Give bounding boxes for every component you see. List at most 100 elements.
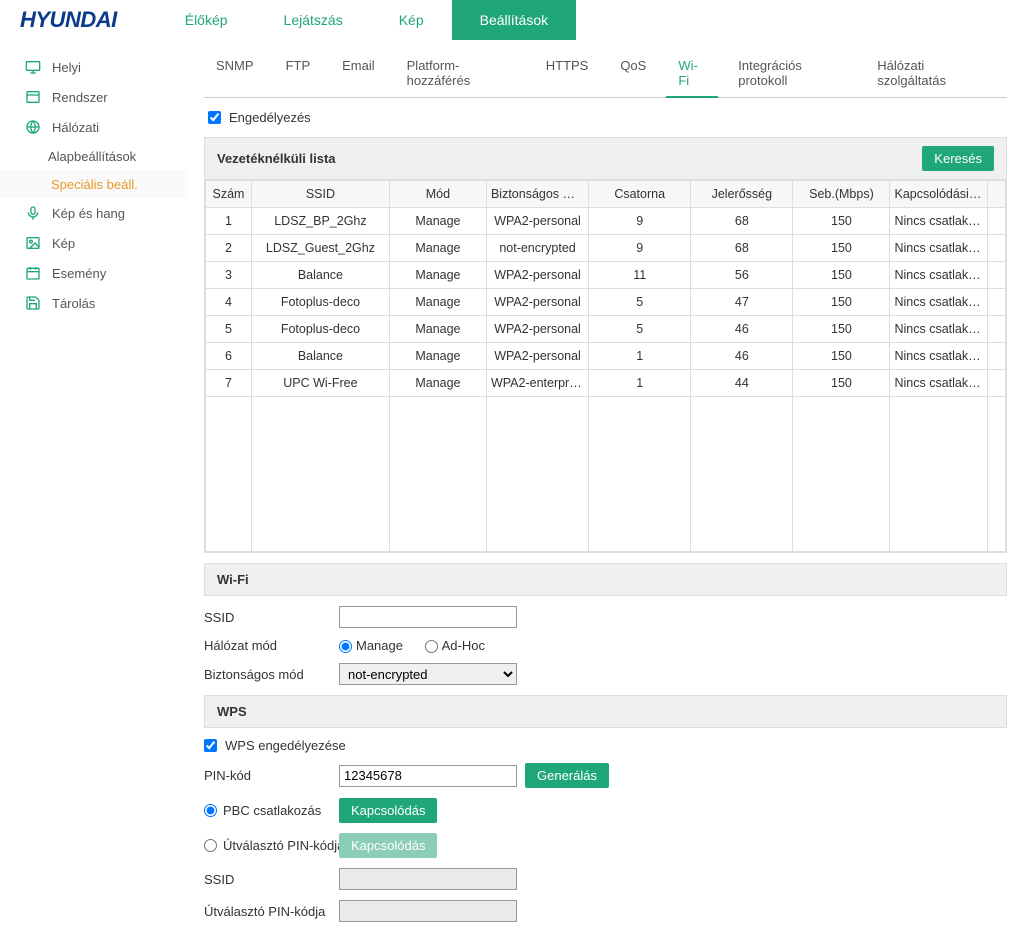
row-wps-ssid: SSID xyxy=(204,868,1007,890)
label-routerpin[interactable]: Útválasztó PIN-kódjá… xyxy=(204,838,339,853)
table-cell-blank xyxy=(987,262,1005,289)
globe-icon xyxy=(24,118,42,136)
th-speed[interactable]: Seb.(Mbps) xyxy=(793,181,890,208)
connect-routerpin-button[interactable]: Kapcsolódás xyxy=(339,833,437,858)
th-num[interactable]: Szám xyxy=(206,181,252,208)
table-cell: 1 xyxy=(589,370,691,397)
table-cell: Manage xyxy=(389,343,486,370)
sidebar-label: Kép xyxy=(52,236,75,251)
radio-adhoc[interactable] xyxy=(425,640,438,653)
sidebar-item-network[interactable]: Hálózati xyxy=(0,112,188,142)
table-cell: 5 xyxy=(589,289,691,316)
topnav-settings[interactable]: Beállítások xyxy=(452,0,576,40)
table-cell: Nincs csatlakozva xyxy=(890,316,987,343)
table-cell: 6 xyxy=(206,343,252,370)
radio-manage[interactable] xyxy=(339,640,352,653)
table-cell: 11 xyxy=(589,262,691,289)
table-row[interactable]: 7UPC Wi-FreeManageWPA2-enterprise144150N… xyxy=(206,370,1006,397)
input-wps-ssid xyxy=(339,868,517,890)
table-cell: 150 xyxy=(793,289,890,316)
th-signal[interactable]: Jelerősség xyxy=(691,181,793,208)
select-secmode[interactable]: not-encrypted xyxy=(339,663,517,685)
table-cell-blank xyxy=(987,343,1005,370)
radio-pbc[interactable] xyxy=(204,804,217,817)
sidebar-item-picture[interactable]: Kép xyxy=(0,228,188,258)
sidebar-item-av[interactable]: Kép és hang xyxy=(0,198,188,228)
subtab-wifi[interactable]: Wi-Fi xyxy=(666,50,718,98)
table-row[interactable]: 2LDSZ_Guest_2GhzManagenot-encrypted96815… xyxy=(206,235,1006,262)
table-cell: Manage xyxy=(389,370,486,397)
th-status[interactable]: Kapcsolódási áll… xyxy=(890,181,987,208)
mic-icon xyxy=(24,204,42,222)
monitor-icon xyxy=(24,58,42,76)
sidebar-item-event[interactable]: Esemény xyxy=(0,258,188,288)
th-sec[interactable]: Biztonságos mód xyxy=(486,181,588,208)
topnav-liveview[interactable]: Élőkép xyxy=(157,0,256,40)
table-cell: Manage xyxy=(389,262,486,289)
subtab-netservice[interactable]: Hálózati szolgáltatás xyxy=(865,50,999,97)
sidebar-sub-basic[interactable]: Alapbeállítások xyxy=(0,142,188,170)
topnav-image[interactable]: Kép xyxy=(371,0,452,40)
sidebar-item-system[interactable]: Rendszer xyxy=(0,82,188,112)
table-cell: WPA2-personal xyxy=(486,289,588,316)
table-cell: 46 xyxy=(691,343,793,370)
wifi-table: Szám SSID Mód Biztonságos mód Csatorna J… xyxy=(205,180,1006,552)
subtab-email[interactable]: Email xyxy=(330,50,387,97)
table-cell: Nincs csatlakozva xyxy=(890,262,987,289)
sidebar-item-storage[interactable]: Tárolás xyxy=(0,288,188,318)
search-button[interactable]: Keresés xyxy=(922,146,994,171)
sidebar-label: Tárolás xyxy=(52,296,95,311)
th-channel[interactable]: Csatorna xyxy=(589,181,691,208)
table-cell: Manage xyxy=(389,289,486,316)
enable-checkbox[interactable] xyxy=(208,111,221,124)
wps-enable-checkbox[interactable] xyxy=(204,739,217,752)
table-cell-blank xyxy=(987,235,1005,262)
image-icon xyxy=(24,234,42,252)
table-row[interactable]: 5Fotoplus-decoManageWPA2-personal546150N… xyxy=(206,316,1006,343)
table-cell: Fotoplus-deco xyxy=(251,289,389,316)
label-pbc[interactable]: PBC csatlakozás xyxy=(204,803,339,818)
table-row[interactable]: 1LDSZ_BP_2GhzManageWPA2-personal968150Ni… xyxy=(206,208,1006,235)
radio-routerpin[interactable] xyxy=(204,839,217,852)
enable-row: Engedélyezés xyxy=(204,98,1007,137)
input-pin[interactable] xyxy=(339,765,517,787)
row-ssid: SSID xyxy=(204,606,1007,628)
table-row[interactable]: 3BalanceManageWPA2-personal1156150Nincs … xyxy=(206,262,1006,289)
topnav-playback[interactable]: Lejátszás xyxy=(256,0,371,40)
subtab-platform[interactable]: Platform-hozzáférés xyxy=(395,50,526,97)
table-cell: 150 xyxy=(793,343,890,370)
generate-button[interactable]: Generálás xyxy=(525,763,609,788)
subtabs: SNMP FTP Email Platform-hozzáférés HTTPS… xyxy=(204,50,1007,98)
th-mode[interactable]: Mód xyxy=(389,181,486,208)
sidebar: Helyi Rendszer Hálózati Alapbeállítások … xyxy=(0,40,188,952)
wps-enable-label: WPS engedélyezése xyxy=(225,738,346,753)
table-cell: Nincs csatlakozva xyxy=(890,370,987,397)
table-cell: 47 xyxy=(691,289,793,316)
table-cell: 150 xyxy=(793,262,890,289)
sidebar-label: Helyi xyxy=(52,60,81,75)
subtab-integration[interactable]: Integrációs protokoll xyxy=(726,50,857,97)
radio-manage-label[interactable]: Manage xyxy=(339,638,403,653)
table-cell: UPC Wi-Free xyxy=(251,370,389,397)
input-ssid[interactable] xyxy=(339,606,517,628)
table-cell: Nincs csatlakozva xyxy=(890,208,987,235)
subtab-ftp[interactable]: FTP xyxy=(274,50,323,97)
subtab-qos[interactable]: QoS xyxy=(608,50,658,97)
table-cell: Manage xyxy=(389,235,486,262)
table-cell: 68 xyxy=(691,235,793,262)
sidebar-item-local[interactable]: Helyi xyxy=(0,52,188,82)
subtab-snmp[interactable]: SNMP xyxy=(204,50,266,97)
table-cell: WPA2-personal xyxy=(486,316,588,343)
connect-pbc-button[interactable]: Kapcsolódás xyxy=(339,798,437,823)
table-cell-blank xyxy=(987,289,1005,316)
sidebar-sub-advanced[interactable]: Speciális beáll. xyxy=(0,170,188,198)
table-row[interactable]: 6BalanceManageWPA2-personal146150Nincs c… xyxy=(206,343,1006,370)
table-cell: 9 xyxy=(589,208,691,235)
table-row[interactable]: 4Fotoplus-decoManageWPA2-personal547150N… xyxy=(206,289,1006,316)
radio-adhoc-label[interactable]: Ad-Hoc xyxy=(425,638,485,653)
th-blank xyxy=(987,181,1005,208)
th-ssid[interactable]: SSID xyxy=(251,181,389,208)
subtab-https[interactable]: HTTPS xyxy=(534,50,601,97)
row-pin: PIN-kód Generálás xyxy=(204,763,1007,788)
table-cell: 44 xyxy=(691,370,793,397)
